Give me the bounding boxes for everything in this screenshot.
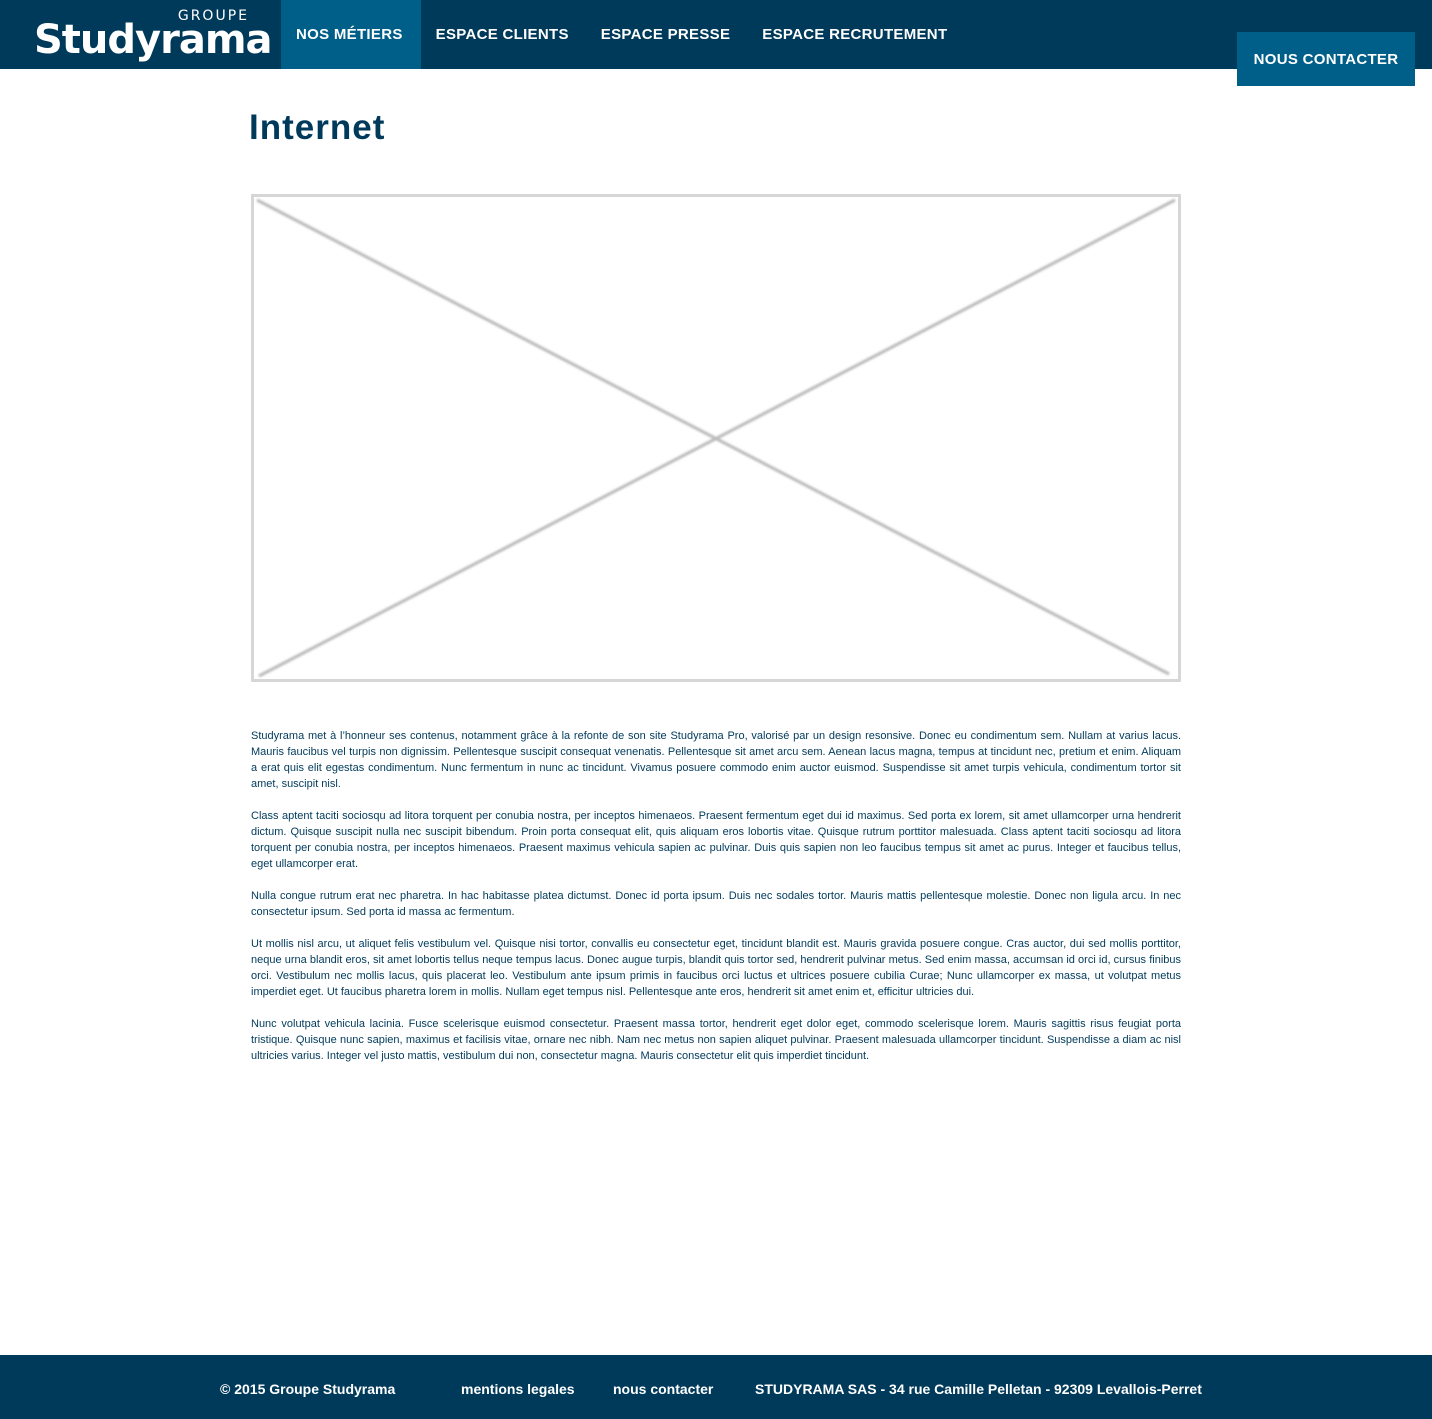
nav-item-espace-recrutement[interactable]: ESPACE RECRUTEMENT <box>747 0 964 69</box>
article-body: Studyrama met à l’honneur ses contenus, … <box>251 728 1181 1080</box>
paragraph: Studyrama met à l’honneur ses contenus, … <box>251 730 1181 790</box>
logo-brand-text: Studyrama <box>34 17 273 63</box>
footer-link-nous-contacter[interactable]: nous contacter <box>613 1381 713 1397</box>
studyrama-logo[interactable]: GROUPE Studyrama <box>32 8 273 62</box>
paragraph: Nulla congue rutrum erat nec pharetra. I… <box>251 890 1181 918</box>
nous-contacter-button[interactable]: NOUS CONTACTER <box>1237 32 1415 86</box>
paragraph: Class aptent taciti sociosqu ad litora t… <box>251 810 1181 870</box>
nav-item-espace-presse[interactable]: ESPACE PRESSE <box>586 0 748 69</box>
footer: © 2015 Groupe Studyrama mentions legales… <box>0 1355 1432 1419</box>
paragraph: Nunc volutpat vehicula lacinia. Fusce sc… <box>251 1018 1181 1062</box>
top-navigation-bar: GROUPE Studyrama NOS MÉTIERS ESPACE CLIE… <box>0 0 1432 69</box>
nav-item-nos-metiers[interactable]: NOS MÉTIERS <box>281 0 421 69</box>
page-title: Internet <box>249 108 386 147</box>
footer-address: STUDYRAMA SAS - 34 rue Camille Pelletan … <box>755 1381 1202 1397</box>
nav-item-espace-clients[interactable]: ESPACE CLIENTS <box>421 0 586 69</box>
image-placeholder-icon <box>251 194 1181 682</box>
paragraph: Ut mollis nisl arcu, ut aliquet felis ve… <box>251 938 1181 998</box>
footer-link-mentions-legales[interactable]: mentions legales <box>461 1381 575 1397</box>
footer-copyright: © 2015 Groupe Studyrama <box>220 1381 396 1397</box>
main-nav: NOS MÉTIERS ESPACE CLIENTS ESPACE PRESSE… <box>281 0 964 69</box>
